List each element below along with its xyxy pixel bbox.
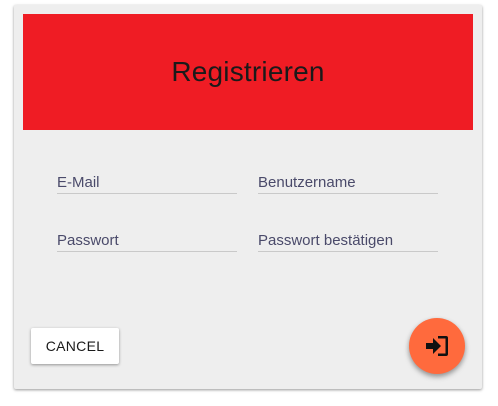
password-confirm-input[interactable] bbox=[258, 232, 438, 249]
page-title: Registrieren bbox=[171, 56, 325, 87]
password-field bbox=[57, 227, 237, 252]
cancel-button[interactable]: CANCEL bbox=[31, 328, 119, 364]
email-field bbox=[57, 169, 237, 194]
card-header: Registrieren bbox=[23, 14, 473, 130]
email-input[interactable] bbox=[57, 174, 237, 191]
submit-fab-button[interactable] bbox=[409, 318, 465, 374]
username-field bbox=[258, 169, 438, 194]
username-input[interactable] bbox=[258, 174, 438, 191]
password-confirm-field bbox=[258, 227, 438, 252]
sign-in-icon bbox=[424, 334, 450, 358]
registration-card: Registrieren CANCEL bbox=[14, 5, 482, 389]
password-input[interactable] bbox=[57, 232, 237, 249]
